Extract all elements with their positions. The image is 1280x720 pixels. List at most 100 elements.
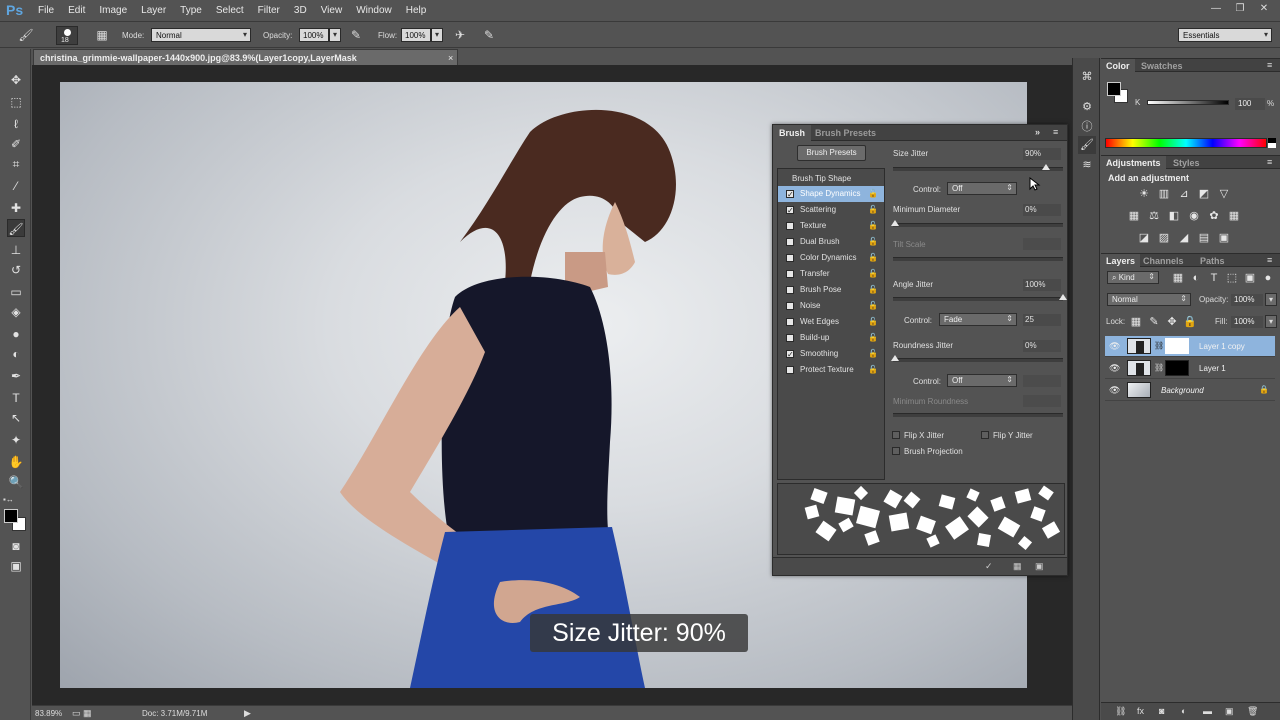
tab-styles[interactable]: Styles (1173, 158, 1200, 168)
move-tool-icon[interactable]: ✥ (7, 71, 25, 89)
angle-jitter-value[interactable]: 100% (1023, 279, 1061, 291)
info-icon[interactable]: ⓘ (1078, 118, 1096, 136)
default-colors-icon[interactable]: ▪↔ (3, 495, 14, 504)
list-item-texture[interactable]: Texture 🔓 (778, 218, 884, 234)
layer-mask-thumbnail[interactable] (1165, 338, 1189, 354)
screen-mode-icon[interactable]: ▣ (7, 557, 25, 575)
list-item-brush-pose[interactable]: Brush Pose 🔓 (778, 282, 884, 298)
hue-saturation-icon[interactable]: ▦ (1127, 209, 1141, 223)
add-mask-icon[interactable]: ◙ (1159, 706, 1164, 716)
photo-filter-icon[interactable]: ◉ (1187, 209, 1201, 223)
lock-icon[interactable]: 🔓 (868, 253, 878, 262)
list-item-build-up[interactable]: Build-up 🔓 (778, 330, 884, 346)
minimize-button[interactable]: — (1206, 2, 1226, 16)
document-close-icon[interactable]: × (448, 53, 453, 63)
brush-presets-icon[interactable]: ≋ (1078, 156, 1096, 174)
control-dropdown[interactable]: Off (947, 182, 1017, 195)
menu-window[interactable]: Window (356, 5, 400, 16)
workspace-dropdown[interactable]: Essentials (1178, 28, 1272, 42)
new-layer-icon[interactable]: ▣ (1225, 706, 1234, 717)
lock-icon[interactable]: 🔓 (868, 349, 878, 358)
ramp-white[interactable] (1268, 143, 1276, 148)
lock-icon[interactable]: 🔓 (868, 189, 878, 198)
fade-steps-field[interactable]: 25 (1023, 314, 1061, 326)
menu-select[interactable]: Select (216, 5, 252, 16)
list-item-protect-texture[interactable]: Protect Texture 🔓 (778, 362, 884, 378)
menu-image[interactable]: Image (99, 5, 135, 16)
opacity-dropdown[interactable] (329, 28, 341, 42)
menu-edit[interactable]: Edit (68, 5, 93, 16)
opacity-field[interactable]: 100% (299, 28, 329, 42)
tab-brush-presets[interactable]: Brush Presets (815, 128, 876, 138)
filter-type-icon[interactable]: T (1207, 271, 1221, 285)
document-tab[interactable]: christina_grimmie-wallpaper-1440x900.jpg… (33, 49, 458, 65)
pressure-size-icon[interactable]: ✎ (481, 27, 497, 43)
eye-icon[interactable]: 👁 (1109, 363, 1120, 374)
checkbox[interactable] (786, 222, 794, 230)
lock-icon[interactable]: 🔓 (868, 317, 878, 326)
layer-row-background[interactable]: 👁 Background 🔒 (1105, 380, 1275, 401)
properties-icon[interactable]: ⚙ (1078, 98, 1096, 116)
lock-position-icon[interactable]: ✥ (1165, 315, 1179, 329)
healing-brush-tool-icon[interactable]: ✚ (7, 199, 25, 217)
lock-transparent-icon[interactable]: ▦ (1129, 315, 1143, 329)
vibrance-icon[interactable]: ▽ (1217, 187, 1231, 201)
layers-opacity-dropdown[interactable]: ▾ (1265, 293, 1277, 306)
fill-dropdown[interactable]: ▾ (1265, 315, 1277, 328)
size-jitter-value[interactable]: 90% (1023, 148, 1061, 160)
checkbox[interactable] (786, 270, 794, 278)
brush-projection-checkbox[interactable] (892, 447, 900, 455)
list-item-smoothing[interactable]: ✓ Smoothing 🔓 (778, 346, 884, 362)
lock-icon[interactable]: 🔓 (868, 205, 878, 214)
lock-icon[interactable]: 🔓 (868, 269, 878, 278)
layers-menu-icon[interactable]: ≡ (1267, 255, 1272, 265)
lock-icon[interactable]: 🔓 (868, 301, 878, 310)
k-value[interactable]: 100 (1235, 98, 1265, 110)
layer-row-layer-1-copy[interactable]: 👁 ⛓ Layer 1 copy (1105, 336, 1275, 357)
eye-icon[interactable]: 👁 (1109, 341, 1120, 352)
lock-icon[interactable]: 🔓 (868, 285, 878, 294)
lock-icon[interactable]: 🔓 (868, 237, 878, 246)
filter-pixel-icon[interactable]: ▦ (1171, 271, 1185, 285)
foreground-color-swatch[interactable] (4, 509, 18, 523)
brightness-contrast-icon[interactable]: ☀ (1137, 187, 1151, 201)
trash-icon[interactable]: 🗑 (1247, 706, 1258, 717)
layer-mask-thumbnail[interactable] (1165, 360, 1189, 376)
layers-opacity-field[interactable]: 100% (1231, 294, 1263, 306)
minimum-diameter-slider-knob[interactable] (891, 220, 899, 226)
filter-adjustment-icon[interactable]: ◐ (1189, 271, 1203, 285)
tab-channels[interactable]: Channels (1143, 256, 1184, 266)
adjustments-menu-icon[interactable]: ≡ (1267, 157, 1272, 167)
lock-icon[interactable]: 🔓 (868, 365, 878, 374)
tab-layers[interactable]: Layers (1101, 254, 1141, 268)
lock-icon[interactable]: 🔓 (868, 221, 878, 230)
brush-grid-icon[interactable]: ▦ (1013, 561, 1022, 572)
list-item-dual-brush[interactable]: Dual Brush 🔓 (778, 234, 884, 250)
k-slider[interactable] (1147, 100, 1229, 105)
close-button[interactable]: ✕ (1254, 2, 1274, 16)
link-layers-icon[interactable]: ⛓ (1115, 706, 1126, 717)
size-jitter-slider-knob[interactable] (1042, 164, 1050, 170)
curves-icon[interactable]: ⊿ (1177, 187, 1191, 201)
tab-adjustments[interactable]: Adjustments (1101, 156, 1166, 170)
list-item-color-dynamics[interactable]: Color Dynamics 🔓 (778, 250, 884, 266)
flip-y-jitter-checkbox[interactable] (981, 431, 989, 439)
color-lookup-icon[interactable]: ▦ (1227, 209, 1241, 223)
menu-filter[interactable]: Filter (258, 5, 288, 16)
list-item-wet-edges[interactable]: Wet Edges 🔓 (778, 314, 884, 330)
invert-icon[interactable]: ◪ (1137, 231, 1151, 245)
eraser-tool-icon[interactable]: ▭ (7, 283, 25, 301)
flip-x-jitter-checkbox[interactable] (892, 431, 900, 439)
filter-shape-icon[interactable]: ⬚ (1225, 271, 1239, 285)
new-adjustment-icon[interactable]: ◐ (1181, 706, 1186, 716)
restore-button[interactable]: ❐ (1230, 2, 1250, 16)
layer-row-layer-1[interactable]: 👁 ⛓ Layer 1 (1105, 358, 1275, 379)
zoom-level[interactable]: 83.89% (35, 709, 62, 718)
status-menu-icon[interactable]: ▶ (244, 708, 251, 719)
color-foreground-swatch[interactable] (1107, 82, 1121, 96)
checkbox[interactable] (786, 238, 794, 246)
list-item-noise[interactable]: Noise 🔓 (778, 298, 884, 314)
quick-select-tool-icon[interactable]: ✐ (7, 135, 25, 153)
zoom-tool-icon[interactable]: 🔍 (7, 473, 25, 491)
menu-type[interactable]: Type (180, 5, 210, 16)
